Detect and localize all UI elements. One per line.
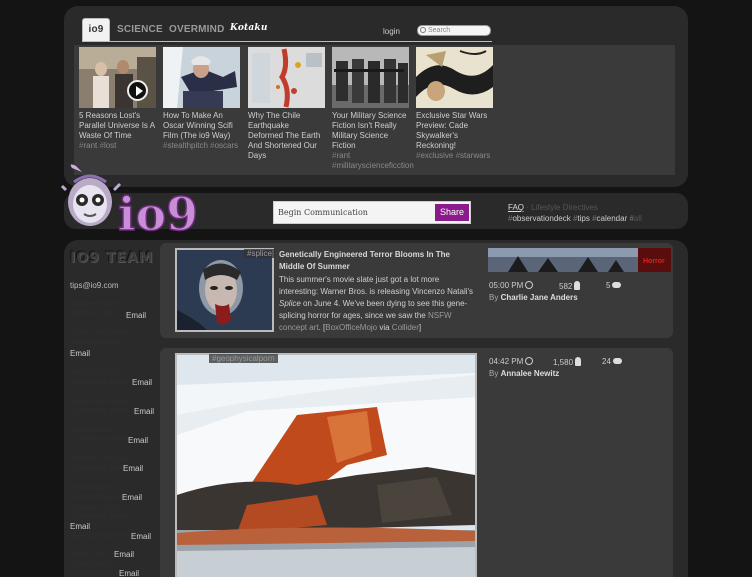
story-tags: #exclusive #starwars <box>416 151 493 161</box>
article-author: By Charlie Jane Anders <box>489 293 578 302</box>
clock-icon <box>525 357 534 365</box>
clock-icon <box>525 281 534 289</box>
team-member-name: Cyriaque Lamar Contributing Editor <box>70 504 128 520</box>
story-tag[interactable]: #rant <box>79 141 97 150</box>
article-image[interactable] <box>175 353 477 577</box>
tag-link[interactable]: #calendar <box>592 214 627 223</box>
faq-line: FAQ · Lifestyle Directives <box>508 203 598 212</box>
article-views: 582 <box>559 281 581 291</box>
tag-link[interactable]: #tips <box>573 214 590 223</box>
article-title[interactable]: Genetically Engineered Terror Blooms In … <box>279 249 474 273</box>
team-email-link[interactable]: Email <box>123 464 143 473</box>
article-time: 04:42 PM <box>489 357 534 366</box>
team-email-link[interactable]: Email <box>128 436 148 445</box>
team-member-name: Alasdair Wilkins Contributing Editor <box>70 370 128 386</box>
story-title[interactable]: Exclusive Star Wars Preview: Cade Skywal… <box>416 111 493 151</box>
search-input[interactable]: Search <box>417 25 491 36</box>
story-title[interactable]: How To Make An Oscar Winning Scifi Film … <box>163 111 240 141</box>
team-email-link[interactable]: Email <box>119 569 139 577</box>
story-tag[interactable]: #militaryscienceficction <box>332 161 414 170</box>
story-tag[interactable]: #lost <box>99 141 116 150</box>
story-thumbnail[interactable] <box>332 47 409 108</box>
team-member-name: Annalee Newitz Editor-in-Chief <box>70 301 119 317</box>
tabs-divider <box>82 41 492 42</box>
team-member-name: Charlie Jane Anders Managing Editor <box>70 330 134 346</box>
story-tag[interactable]: #oscars <box>210 141 238 150</box>
team-email-link[interactable]: Email <box>114 550 134 559</box>
team-email-link[interactable]: Email <box>134 407 154 416</box>
team-member-name: Jesus Diaz <box>70 551 105 558</box>
story-tags: #stealthpitch #oscars <box>163 141 240 151</box>
article-image[interactable] <box>175 248 274 332</box>
featured-story[interactable]: How To Make An Oscar Winning Scifi Film … <box>163 47 240 151</box>
team-heading: IO9 TEAM <box>70 250 154 266</box>
comment-bubble-icon <box>612 358 622 364</box>
story-tag[interactable]: #stealthpitch <box>163 141 208 150</box>
story-thumbnail[interactable] <box>163 47 240 108</box>
author-link[interactable]: Annalee Newitz <box>501 369 560 378</box>
story-title[interactable]: Why The Chile Earthquake Deformed The Ea… <box>248 111 325 161</box>
article-time: 05:00 PM <box>489 281 534 290</box>
story-tags: #rant #lost <box>79 141 156 151</box>
views-icon <box>575 357 582 366</box>
tag-link[interactable]: #observationdeck <box>508 214 571 223</box>
comment-bubble-icon <box>612 282 622 288</box>
team-email-link[interactable]: Email <box>132 378 152 387</box>
article-views: 1,580 <box>553 357 582 367</box>
story-tag[interactable]: #exclusive <box>416 151 453 160</box>
featured-story[interactable]: Your Military Science Fiction Isn't Real… <box>332 47 414 171</box>
team-member-name: Robert T. Gonzalez Contributing Editor <box>70 456 130 472</box>
team-member-name: Gawker Media <box>70 562 116 569</box>
io9-logo[interactable]: io9 <box>60 160 210 242</box>
team-member-name: Keith Veronese Contributing Editor <box>70 485 128 501</box>
article-comments[interactable]: 24 <box>602 357 622 366</box>
search-placeholder: Search <box>428 27 451 34</box>
story-thumbnail[interactable] <box>248 47 325 108</box>
author-link[interactable]: Charlie Jane Anders <box>501 293 578 302</box>
team-email-link[interactable]: Email <box>126 311 146 320</box>
story-thumbnail[interactable] <box>79 47 156 108</box>
article-author: By Annalee Newitz <box>489 369 560 378</box>
share-button[interactable]: Share <box>435 204 469 221</box>
story-tags: #rant #militaryscienceficction <box>332 151 414 171</box>
tab-kotaku[interactable]: Kotaku <box>230 23 268 33</box>
login-link[interactable]: login <box>383 27 400 36</box>
story-title[interactable]: 5 Reasons Lost's Parallel Universe Is A … <box>79 111 156 141</box>
inline-link[interactable]: BoxOfficeMojo <box>325 323 377 332</box>
team-email-link[interactable]: Email <box>131 532 151 541</box>
featured-story[interactable]: 5 Reasons Lost's Parallel Universe Is A … <box>79 47 156 151</box>
article-tag[interactable]: #geophysicalporn <box>209 354 278 363</box>
related-video-banner[interactable]: Horror <box>488 248 671 272</box>
faq-link[interactable]: FAQ <box>508 203 524 212</box>
story-title[interactable]: Your Military Science Fiction Isn't Real… <box>332 111 409 151</box>
article-comments[interactable]: 5 <box>606 281 622 290</box>
featured-story[interactable]: Why The Chile Earthquake Deformed The Ea… <box>248 47 325 161</box>
views-icon <box>574 281 581 290</box>
horror-label: Horror <box>643 258 665 265</box>
quick-tags: #observationdeck #tips #calendar #all <box>508 214 642 223</box>
tab-overmind[interactable]: OVERMIND <box>169 24 225 35</box>
story-tag[interactable]: #starwars <box>456 151 491 160</box>
search-icon <box>420 27 426 33</box>
article-tag[interactable]: #splice <box>244 249 275 258</box>
story-tag[interactable]: #rant <box>332 151 350 160</box>
story-thumbnail[interactable] <box>416 47 493 108</box>
inline-link[interactable]: Collider <box>392 323 419 332</box>
team-email-link[interactable]: Email <box>122 493 142 502</box>
communication-placeholder: Begin Communication <box>278 208 368 217</box>
tips-email-link[interactable]: tips@io9.com <box>70 281 119 290</box>
team-member-name: Lauren Davis Contributing Editor <box>70 427 128 443</box>
team-member-name: Esther Inglis-Arkell Contributing Editor <box>70 399 129 415</box>
tab-io9[interactable]: io9 <box>82 18 110 42</box>
play-icon[interactable] <box>127 80 148 101</box>
team-member-name: Meredith Woerner <box>70 533 126 540</box>
svg-text:io9: io9 <box>118 187 198 241</box>
team-email-link[interactable]: Email <box>70 522 90 531</box>
tab-science[interactable]: SCIENCE <box>117 24 163 35</box>
faq-directives[interactable]: · Lifestyle Directives <box>526 203 598 212</box>
featured-story[interactable]: Exclusive Star Wars Preview: Cade Skywal… <box>416 47 493 161</box>
tag-link[interactable]: #all <box>629 214 641 223</box>
team-email-link[interactable]: Email <box>70 349 90 358</box>
article-body: This summer's movie slate just got a lot… <box>279 275 474 332</box>
